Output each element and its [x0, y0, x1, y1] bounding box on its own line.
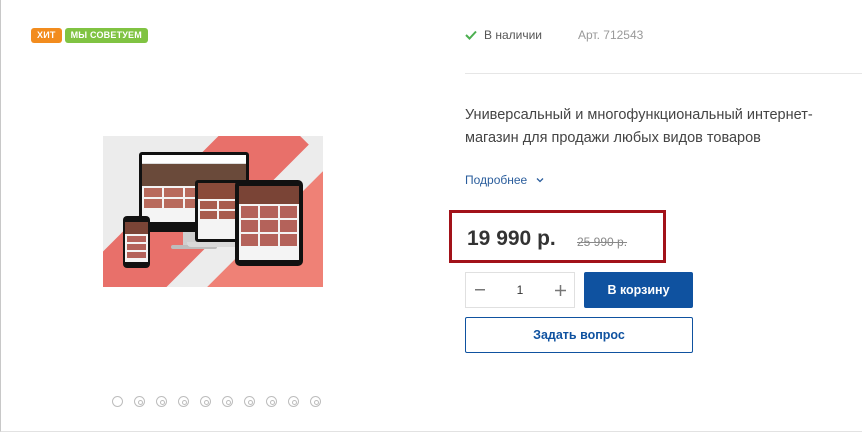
gallery-dot[interactable]: [112, 396, 123, 407]
gallery-dot[interactable]: [134, 396, 145, 407]
plus-icon: [555, 284, 566, 296]
quantity-value[interactable]: 1: [493, 283, 547, 297]
gallery-dot[interactable]: [178, 396, 189, 407]
quantity-decrease-button[interactable]: [466, 273, 493, 307]
gallery-dot[interactable]: [244, 396, 255, 407]
quantity-stepper: 1: [465, 272, 575, 308]
gallery-dot[interactable]: [266, 396, 277, 407]
more-link-label: Подробнее: [465, 173, 528, 187]
gallery-dot[interactable]: [288, 396, 299, 407]
badges: ХИТ МЫ СОВЕТУЕМ: [31, 28, 148, 43]
check-icon: [465, 30, 477, 40]
badge-recommended: МЫ СОВЕТУЕМ: [64, 28, 148, 43]
more-link[interactable]: Подробнее: [465, 173, 544, 187]
gallery-dot[interactable]: [200, 396, 211, 407]
gallery-dot[interactable]: [222, 396, 233, 407]
minus-icon: [474, 289, 485, 291]
ask-question-button[interactable]: Задать вопрос: [465, 317, 693, 353]
old-price: 25 990 р.: [577, 235, 628, 249]
stock-row: В наличии Арт. 712543: [465, 28, 643, 42]
badge-hit: ХИТ: [31, 28, 62, 43]
gallery-dot[interactable]: [310, 396, 321, 407]
chevron-down-icon: [536, 178, 544, 183]
phone-device: [123, 216, 150, 268]
product-description: Универсальный и многофункциональный инте…: [465, 107, 813, 146]
stock-status: В наличии: [484, 28, 543, 42]
quantity-increase-button[interactable]: [547, 273, 574, 307]
gallery-dot[interactable]: [156, 396, 167, 407]
gallery-dots: [112, 396, 321, 407]
add-to-cart-button[interactable]: В корзину: [584, 272, 693, 308]
product-image[interactable]: [103, 136, 323, 287]
article-number: Арт. 712543: [578, 28, 644, 42]
price-highlight: 19 990 р. 25 990 р.: [449, 210, 666, 263]
divider: [465, 73, 862, 74]
tablet-device: [235, 180, 303, 266]
current-price: 19 990 р.: [467, 227, 556, 250]
